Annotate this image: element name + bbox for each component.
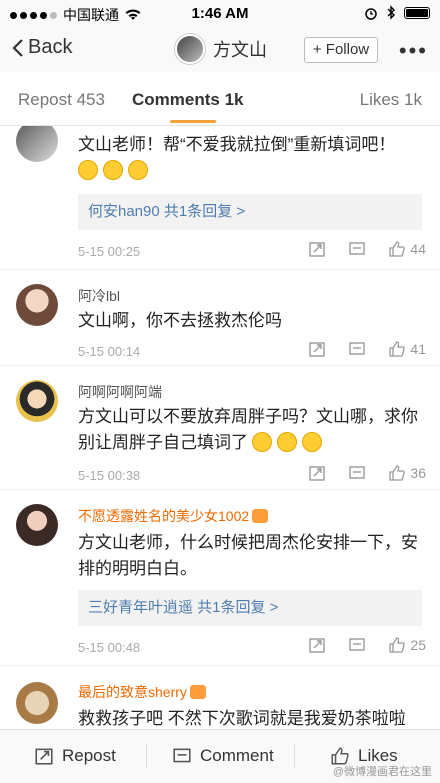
bluetooth-icon [387,5,395,20]
alarm-icon [365,7,377,20]
repost-icon[interactable] [308,636,326,654]
divider [146,744,147,768]
like-button[interactable]: 36 [388,464,426,482]
nav-user[interactable]: 方文山 [175,34,267,64]
comment-item: 文山老师！帮“不爱我就拉倒”重新填词吧！ 何安han90 共1条回复 > 5-1… [0,126,440,270]
comment-icon[interactable] [348,636,366,654]
battery-icon [404,6,430,19]
comment-text: 方文山老师，什么时候把周杰伦安排一下，安排的明明白白。 [78,533,418,578]
repost-icon[interactable] [308,464,326,482]
comment-icon[interactable] [348,240,366,258]
comment-item: 阿啊阿啊阿端 方文山可以不要放弃周胖子吗？文山哪，求你别让周胖子自己填词了 5-… [0,366,440,490]
comment-author[interactable]: 不愿透露姓名的美少女1002 [78,506,269,526]
thumbs-up-icon [389,465,406,481]
avatar[interactable] [16,504,58,546]
laugh-cry-emoji-icon [302,432,322,452]
avatar[interactable] [16,284,58,326]
comment-text: 文山啊，你不去拯救杰伦吗 [78,311,282,330]
comment-label: Comment [200,746,274,765]
laugh-cry-emoji-icon [252,432,272,452]
comment-text: 文山老师！帮“不爱我就拉倒”重新填词吧！ [78,132,418,184]
comment-time: 5-15 00:38 [78,468,141,483]
nav-user-name: 方文山 [213,40,267,60]
comment-actions: 25 [308,636,426,654]
comment-item: 阿冷lbl 文山啊，你不去拯救杰伦吗 5-15 00:14 41 [0,270,440,366]
comment-author[interactable]: 最后的致意sherry [78,682,206,702]
comment-actions: 44 [308,240,426,258]
vip-crown-icon [252,509,269,523]
laugh-cry-emoji-icon [277,432,297,452]
avatar[interactable] [175,34,205,64]
thumbs-up-icon [389,241,406,257]
active-tab-indicator [170,120,216,123]
avatar[interactable] [16,380,58,422]
repost-icon[interactable] [308,340,326,358]
chevron-left-icon [12,38,23,57]
watermark: @微博漫画君在这里 [332,766,432,778]
tab-repost[interactable]: Repost 453 [18,90,105,110]
repost-button[interactable]: Repost [34,746,116,766]
comment-time: 5-15 00:25 [78,244,141,259]
back-button[interactable]: Back [12,36,72,59]
laugh-cry-emoji-icon [103,160,123,180]
avatar[interactable] [16,126,58,162]
like-button[interactable]: 41 [388,340,426,358]
repost-label: Repost [62,746,116,765]
comment-author[interactable]: 阿啊阿啊阿端 [78,382,162,402]
tab-bar: Repost 453 Comments 1k Likes 1k [0,72,440,126]
comment-list: 文山老师！帮“不爱我就拉倒”重新填词吧！ 何安han90 共1条回复 > 5-1… [0,126,440,729]
laugh-cry-emoji-icon [128,160,148,180]
repost-icon[interactable] [308,240,326,258]
comment-icon[interactable] [348,340,366,358]
tab-comments[interactable]: Comments 1k [132,90,243,110]
comment-item: 不愿透露姓名的美少女1002 方文山老师，什么时候把周杰伦安排一下，安排的明明白… [0,490,440,666]
comment-icon[interactable] [348,464,366,482]
comment-time: 5-15 00:48 [78,640,141,655]
like-button[interactable]: 25 [388,636,426,654]
like-count: 36 [410,465,426,481]
more-button[interactable]: ••• [399,38,428,64]
status-bar: 中国联通 1:46 AM [0,0,440,28]
back-label: Back [28,36,73,58]
comment-time: 5-15 00:14 [78,344,141,359]
comment-icon [173,748,191,763]
comment-author[interactable]: 阿冷lbl [78,286,120,306]
nav-bar: Back 方文山 + Follow ••• [0,28,440,72]
avatar[interactable] [16,682,58,724]
thumbs-up-icon [389,341,406,357]
like-count: 41 [410,341,426,357]
follow-button[interactable]: + Follow [304,37,378,63]
bottom-action-bar: Repost Comment Likes @微博漫画君在这里 [0,729,440,783]
comment-button[interactable]: Comment [172,746,274,766]
reply-thread-link[interactable]: 何安han90 共1条回复 > [78,194,422,230]
repost-icon [35,748,53,765]
comment-actions: 36 [308,464,426,482]
like-count: 25 [410,637,426,653]
like-count: 44 [410,241,426,257]
like-button[interactable]: 44 [388,240,426,258]
laugh-cry-emoji-icon [78,160,98,180]
tab-likes[interactable]: Likes 1k [360,90,422,110]
comment-actions: 41 [308,340,426,358]
vip-crown-icon [189,685,206,699]
reply-thread-link[interactable]: 三好青年叶逍遥 共1条回复 > [78,590,422,626]
divider [294,744,295,768]
comment-item: 最后的致意sherry 救救孩子吧 不然下次歌词就是我爱奶茶啦啦 [0,666,440,729]
thumbs-up-icon [389,637,406,653]
comment-text: 救救孩子吧 不然下次歌词就是我爱奶茶啦啦 [78,709,406,728]
status-right [364,5,430,20]
comment-text: 方文山可以不要放弃周胖子吗？文山哪，求你别让周胖子自己填词了 [78,407,418,452]
